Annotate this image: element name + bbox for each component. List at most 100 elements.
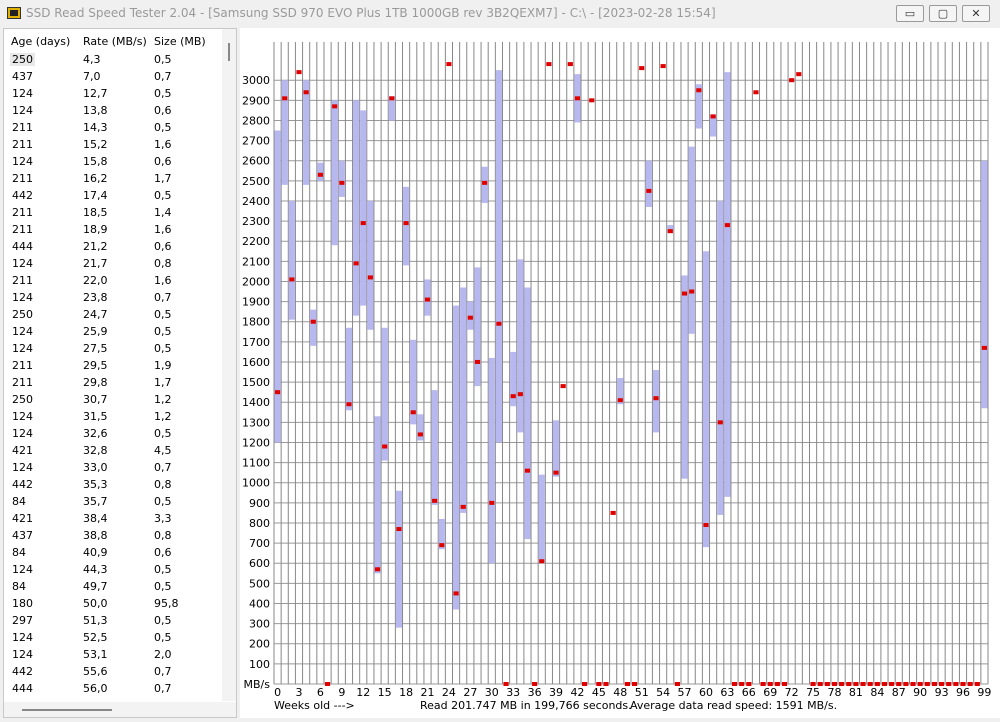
range-bar bbox=[424, 279, 431, 316]
scroll-thumb[interactable] bbox=[228, 43, 230, 61]
rate-cell: 22,0 bbox=[83, 274, 108, 287]
range-bar bbox=[331, 100, 338, 246]
close-button[interactable]: ✕ bbox=[962, 5, 990, 22]
vertical-scrollbar[interactable] bbox=[222, 29, 236, 701]
table-row[interactable]: 124 15,8 0,6 bbox=[4, 153, 224, 170]
table-row[interactable]: 84 49,7 0,5 bbox=[4, 578, 224, 595]
y-tick-label: 100 bbox=[249, 658, 270, 671]
age-cell: 442 bbox=[12, 478, 33, 491]
age-cell: 421 bbox=[12, 444, 33, 457]
y-tick-label: 600 bbox=[249, 557, 270, 570]
range-bar bbox=[681, 275, 688, 479]
y-tick-label: 1700 bbox=[242, 336, 270, 349]
table-row[interactable]: 211 16,2 1,7 bbox=[4, 170, 224, 187]
y-axis-unit-label: MB/s bbox=[244, 678, 271, 691]
range-bar bbox=[652, 370, 660, 433]
table-row[interactable]: 124 31,5 1,2 bbox=[4, 408, 224, 425]
table-row[interactable]: 124 44,3 0,5 bbox=[4, 561, 224, 578]
x-tick-label: 66 bbox=[742, 686, 756, 699]
speed-graph-panel: 100 200 300 400 500 600 700 800 900 1000 1100 1200 1… bbox=[240, 28, 1000, 718]
y-tick-label: 1300 bbox=[242, 416, 270, 429]
table-row[interactable]: 442 35,3 0,8 bbox=[4, 476, 224, 493]
range-bar bbox=[381, 327, 388, 461]
table-row[interactable]: 250 24,7 0,5 bbox=[4, 306, 224, 323]
scroll-thumb[interactable] bbox=[22, 709, 112, 711]
table-row[interactable]: 211 22,0 1,6 bbox=[4, 272, 224, 289]
table-row[interactable]: 124 25,9 0,5 bbox=[4, 323, 224, 340]
table-row[interactable]: 124 33,0 0,7 bbox=[4, 459, 224, 476]
size-cell: 0,7 bbox=[154, 461, 172, 474]
header-age[interactable]: Age (days) bbox=[11, 35, 70, 48]
y-tick-label: 1200 bbox=[242, 436, 270, 449]
table-row[interactable]: 124 53,1 2,0 bbox=[4, 646, 224, 663]
age-cell: 124 bbox=[12, 257, 33, 270]
maximize-button[interactable]: ▢ bbox=[929, 5, 957, 22]
table-row[interactable]: 124 13,8 0,6 bbox=[4, 102, 224, 119]
range-bar bbox=[345, 327, 353, 411]
average-marker bbox=[339, 180, 345, 185]
average-marker bbox=[517, 392, 523, 397]
table-row[interactable]: 84 40,9 0,6 bbox=[4, 544, 224, 561]
rate-cell: 15,2 bbox=[83, 138, 108, 151]
table-row[interactable]: 211 18,5 1,4 bbox=[4, 204, 224, 221]
xaxis-label: Weeks old ---> bbox=[274, 699, 355, 712]
table-row[interactable]: 211 15,2 1,6 bbox=[4, 136, 224, 153]
y-tick-label: 2400 bbox=[242, 195, 270, 208]
table-row[interactable]: 211 18,9 1,6 bbox=[4, 221, 224, 238]
size-cell: 2,0 bbox=[154, 648, 172, 661]
table-row[interactable]: 442 55,6 0,7 bbox=[4, 663, 224, 680]
age-cell: 124 bbox=[12, 461, 33, 474]
x-tick-label: 57 bbox=[678, 686, 692, 699]
table-row[interactable]: 421 32,8 4,5 bbox=[4, 442, 224, 459]
header-rate[interactable]: Rate (MB/s) bbox=[83, 35, 147, 48]
minimize-button[interactable]: ▭ bbox=[896, 5, 924, 22]
x-tick-label: 24 bbox=[442, 686, 456, 699]
age-cell: 84 bbox=[12, 580, 26, 593]
y-tick-label: 500 bbox=[249, 577, 270, 590]
table-row[interactable]: 124 27,5 0,5 bbox=[4, 340, 224, 357]
results-table[interactable]: Age (days) Rate (MB/s) Size (MB) 250 4,3 0… bbox=[3, 28, 237, 718]
age-cell: 180 bbox=[12, 597, 33, 610]
range-bar bbox=[317, 162, 324, 181]
rate-cell: 38,4 bbox=[83, 512, 108, 525]
table-row[interactable]: 124 21,7 0,8 bbox=[4, 255, 224, 272]
y-tick-label: 2300 bbox=[242, 215, 270, 228]
table-row[interactable]: 250 30,7 1,2 bbox=[4, 391, 224, 408]
average-marker bbox=[610, 510, 616, 515]
table-row[interactable]: 124 52,5 0,5 bbox=[4, 629, 224, 646]
table-row[interactable]: 250 4,3 0,5 bbox=[4, 51, 224, 68]
rate-cell: 53,1 bbox=[83, 648, 108, 661]
table-row[interactable]: 124 32,6 0,5 bbox=[4, 425, 224, 442]
table-row[interactable]: 437 38,8 0,8 bbox=[4, 527, 224, 544]
horizontal-scrollbar[interactable] bbox=[4, 702, 236, 717]
y-tick-label: 2700 bbox=[242, 135, 270, 148]
x-tick-label: 3 bbox=[295, 686, 302, 699]
x-tick-label: 72 bbox=[785, 686, 799, 699]
average-marker bbox=[410, 410, 416, 415]
average-marker bbox=[367, 275, 373, 280]
table-row[interactable]: 180 50,0 95,8 bbox=[4, 595, 224, 612]
table-row[interactable]: 421 38,4 3,3 bbox=[4, 510, 224, 527]
y-tick-label: 2900 bbox=[242, 94, 270, 107]
x-tick-label: 39 bbox=[549, 686, 563, 699]
average-marker bbox=[574, 96, 581, 101]
table-row[interactable]: 444 56,0 0,7 bbox=[4, 680, 224, 697]
table-row[interactable]: 124 23,8 0,7 bbox=[4, 289, 224, 306]
table-row[interactable]: 211 29,8 1,7 bbox=[4, 374, 224, 391]
table-row[interactable]: 124 12,7 0,5 bbox=[4, 85, 224, 102]
range-bar bbox=[460, 287, 467, 513]
table-row[interactable]: 211 29,5 1,9 bbox=[4, 357, 224, 374]
average-marker bbox=[510, 394, 516, 399]
rate-cell: 29,8 bbox=[83, 376, 108, 389]
range-bar bbox=[281, 80, 288, 185]
table-row[interactable]: 442 17,4 0,5 bbox=[4, 187, 224, 204]
header-size[interactable]: Size (MB) bbox=[154, 35, 206, 48]
table-row[interactable]: 84 35,7 0,5 bbox=[4, 493, 224, 510]
table-row[interactable]: 437 7,0 0,7 bbox=[4, 68, 224, 85]
table-row[interactable]: 444 21,2 0,6 bbox=[4, 238, 224, 255]
rate-cell: 32,6 bbox=[83, 427, 108, 440]
size-cell: 0,5 bbox=[154, 308, 172, 321]
table-row[interactable]: 211 14,3 0,5 bbox=[4, 119, 224, 136]
average-marker bbox=[482, 180, 488, 185]
table-row[interactable]: 297 51,3 0,5 bbox=[4, 612, 224, 629]
